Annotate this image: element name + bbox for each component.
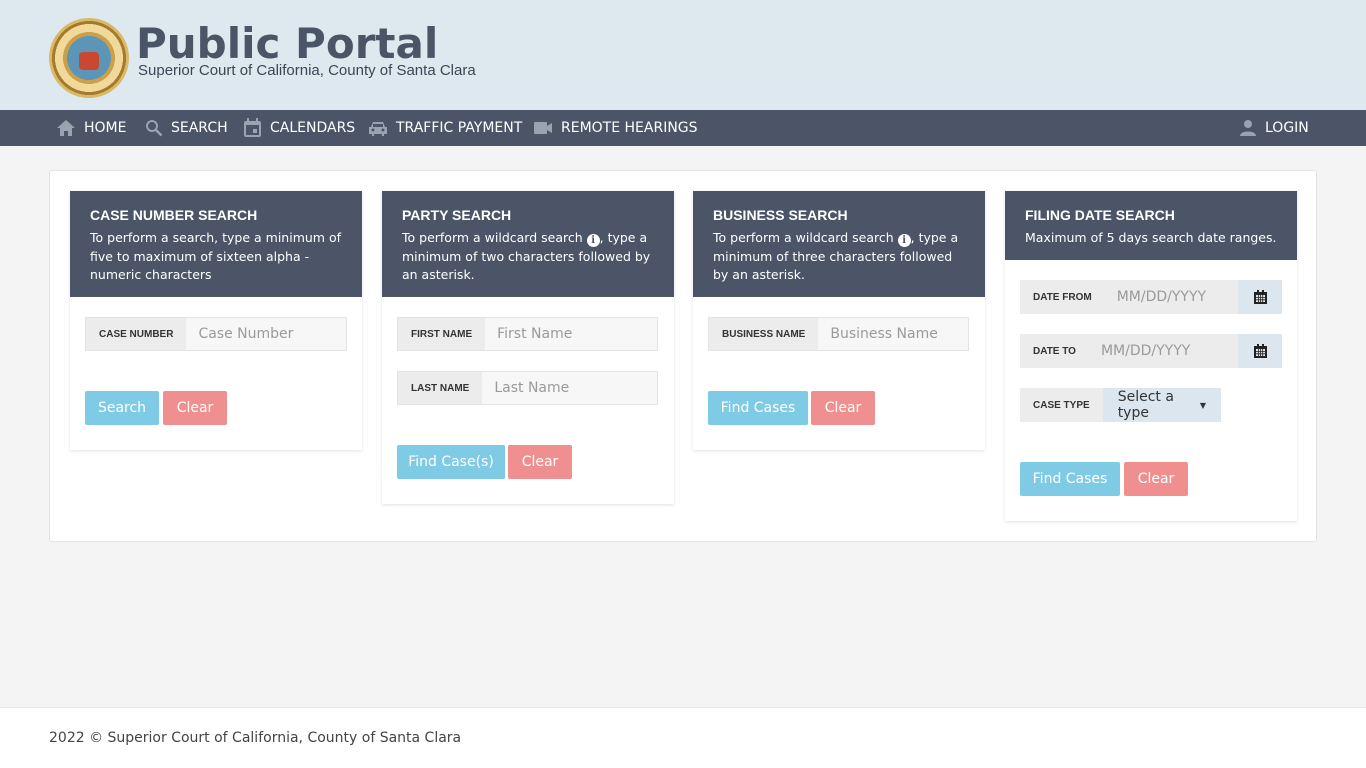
home-icon	[57, 120, 75, 136]
party-desc-pre: To perform a wildcard search	[402, 230, 583, 245]
video-camera-icon	[534, 122, 552, 134]
calendar-icon	[244, 118, 261, 137]
nav-search[interactable]: SEARCH	[145, 110, 228, 146]
filing-date-search-title: FILING DATE SEARCH	[1025, 207, 1175, 223]
calendar-icon	[1253, 290, 1267, 304]
site-footer: 2022 © Superior Court of California, Cou…	[0, 707, 1366, 768]
last-name-label: LAST NAME	[398, 372, 483, 404]
party-search-title: PARTY SEARCH	[402, 207, 512, 223]
date-from-calendar-button[interactable]	[1238, 280, 1282, 314]
filing-date-find-cases-button[interactable]: Find Cases	[1020, 462, 1120, 496]
first-name-input[interactable]	[485, 318, 657, 350]
party-find-cases-button[interactable]: Find Case(s)	[397, 445, 505, 479]
case-number-clear-button[interactable]: Clear	[163, 391, 227, 425]
nav-home-label: HOME	[84, 120, 127, 136]
nav-calendars[interactable]: CALENDARS	[243, 110, 355, 146]
filing-date-search-card: FILING DATE SEARCH Maximum of 5 days sea…	[1005, 191, 1297, 521]
business-search-title: BUSINESS SEARCH	[713, 207, 848, 223]
business-clear-button[interactable]: Clear	[811, 391, 875, 425]
case-type-label: CASE TYPE	[1020, 388, 1103, 422]
user-icon	[1240, 120, 1256, 136]
party-search-card: PARTY SEARCH To perform a wildcard searc…	[382, 191, 674, 504]
car-icon	[369, 122, 387, 136]
page-subtitle: Superior Court of California, County of …	[138, 62, 476, 79]
business-search-desc: To perform a wildcard search i, type a m…	[713, 229, 965, 285]
date-to-label: DATE TO	[1020, 334, 1089, 368]
business-search-card: BUSINESS SEARCH To perform a wildcard se…	[693, 191, 985, 450]
date-to-field-group: DATE TO	[1020, 334, 1282, 368]
filing-date-search-body: DATE FROM DATE TO CASE TYPE Select a typ…	[1005, 260, 1297, 496]
first-name-label: FIRST NAME	[398, 318, 486, 350]
date-from-field-group: DATE FROM	[1020, 280, 1282, 314]
search-icon	[146, 120, 163, 137]
case-number-search-button[interactable]: Search	[85, 391, 159, 425]
nav-traffic-payment[interactable]: TRAFFIC PAYMENT	[368, 110, 522, 146]
business-name-field-group: BUSINESS NAME	[708, 317, 969, 351]
nav-remote-hearings[interactable]: REMOTE HEARINGS	[533, 110, 698, 146]
main-nav: HOME SEARCH CALENDARS TRAFFIC PAYMENT RE…	[0, 110, 1366, 146]
court-seal-logo[interactable]	[49, 18, 129, 98]
party-search-desc: To perform a wildcard search i, type a m…	[402, 229, 654, 285]
case-number-input[interactable]	[186, 318, 346, 350]
case-number-label: CASE NUMBER	[86, 318, 187, 350]
nav-home[interactable]: HOME	[56, 110, 126, 146]
date-to-calendar-button[interactable]	[1238, 334, 1282, 368]
business-name-label: BUSINESS NAME	[709, 318, 819, 350]
party-search-header: PARTY SEARCH To perform a wildcard searc…	[382, 191, 674, 297]
info-icon[interactable]: i	[897, 234, 911, 247]
business-find-cases-button[interactable]: Find Cases	[708, 391, 808, 425]
case-number-search-card: CASE NUMBER SEARCH To perform a search, …	[70, 191, 362, 450]
case-number-field-group: CASE NUMBER	[85, 317, 347, 351]
filing-date-clear-button[interactable]: Clear	[1124, 462, 1188, 496]
calendar-icon	[1253, 344, 1267, 358]
business-search-header: BUSINESS SEARCH To perform a wildcard se…	[693, 191, 985, 297]
case-number-search-desc: To perform a search, type a minimum of f…	[90, 230, 341, 282]
filing-date-search-header: FILING DATE SEARCH Maximum of 5 days sea…	[1005, 191, 1297, 260]
party-clear-button[interactable]: Clear	[508, 445, 572, 479]
date-from-label: DATE FROM	[1020, 280, 1105, 314]
last-name-input[interactable]	[482, 372, 657, 404]
case-type-value: Select a type	[1117, 389, 1174, 421]
case-type-field-group: CASE TYPE Select a type ▼	[1020, 388, 1221, 422]
search-panel-container: CASE NUMBER SEARCH To perform a search, …	[49, 170, 1317, 542]
date-from-input[interactable]	[1104, 280, 1238, 314]
first-name-field-group: FIRST NAME	[397, 317, 658, 351]
nav-login-label: LOGIN	[1265, 120, 1309, 136]
case-type-select[interactable]: Select a type ▼	[1102, 388, 1221, 422]
business-desc-pre: To perform a wildcard search	[713, 230, 894, 245]
case-number-search-header: CASE NUMBER SEARCH To perform a search, …	[70, 191, 362, 297]
party-search-body: FIRST NAME LAST NAME Find Case(s) Clear	[382, 297, 674, 479]
nav-login[interactable]: LOGIN	[1239, 110, 1309, 146]
business-name-input[interactable]	[818, 318, 968, 350]
caret-down-icon: ▼	[1199, 400, 1206, 410]
nav-search-label: SEARCH	[171, 120, 228, 136]
business-search-body: BUSINESS NAME Find Cases Clear	[693, 297, 985, 425]
last-name-field-group: LAST NAME	[397, 371, 658, 405]
case-number-search-title: CASE NUMBER SEARCH	[90, 207, 258, 223]
case-number-search-body: CASE NUMBER Search Clear	[70, 297, 362, 425]
nav-calendars-label: CALENDARS	[270, 120, 356, 136]
site-header: Public Portal Superior Court of Californ…	[0, 0, 1366, 110]
footer-copyright: 2022 © Superior Court of California, Cou…	[49, 730, 462, 746]
date-to-input[interactable]	[1088, 334, 1238, 368]
nav-remote-hearings-label: REMOTE HEARINGS	[561, 120, 698, 136]
info-icon[interactable]: i	[586, 234, 600, 247]
filing-date-search-desc: Maximum of 5 days search date ranges.	[1025, 230, 1277, 245]
page-title[interactable]: Public Portal	[136, 20, 438, 68]
nav-traffic-payment-label: TRAFFIC PAYMENT	[396, 120, 523, 136]
